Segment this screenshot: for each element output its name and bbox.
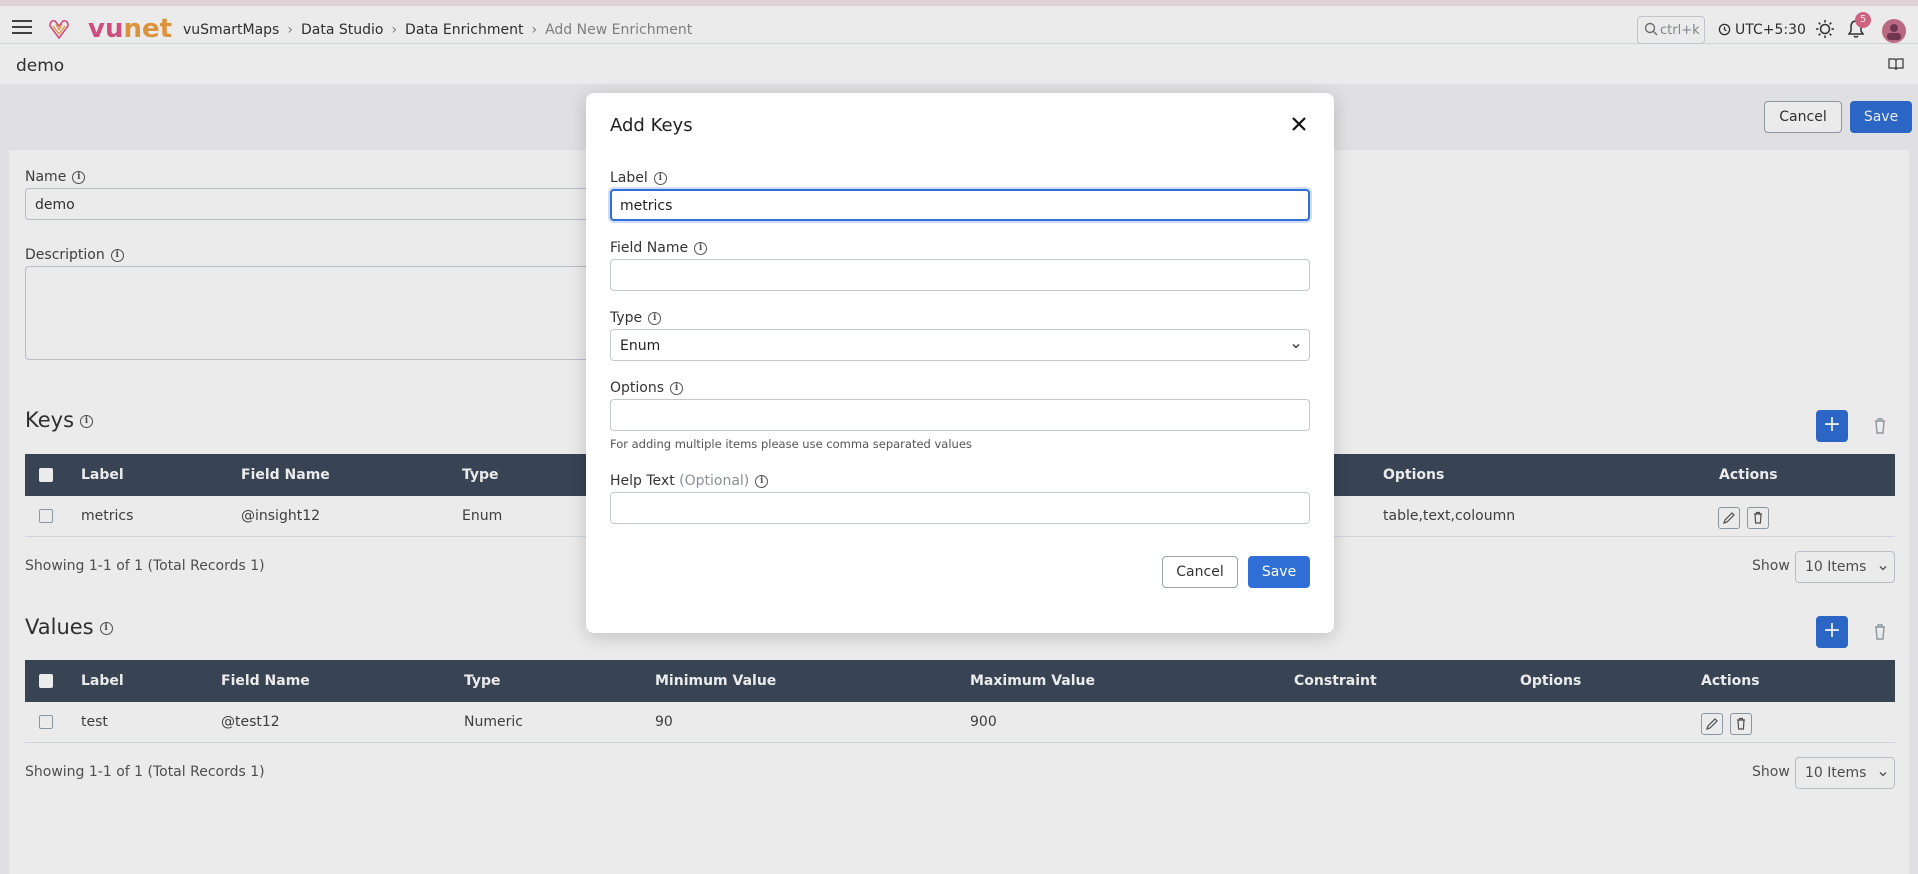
- help-text-label-text: Help Text: [610, 473, 675, 489]
- help-text-field-label: Help Text (Optional) i: [610, 473, 769, 489]
- type-field-label: Type i: [610, 310, 662, 326]
- field-name-input[interactable]: [610, 259, 1310, 291]
- optional-tag: (Optional): [679, 473, 750, 489]
- dialog-cancel-button[interactable]: Cancel: [1162, 556, 1238, 588]
- close-icon[interactable]: [1290, 115, 1308, 133]
- field-name-label-text: Field Name: [610, 240, 689, 256]
- info-icon[interactable]: i: [755, 474, 769, 488]
- options-input[interactable]: [610, 399, 1310, 431]
- type-label-text: Type: [610, 310, 643, 326]
- type-select[interactable]: Enum: [610, 329, 1310, 361]
- options-label-text: Options: [610, 380, 665, 396]
- label-label-text: Label: [610, 170, 648, 186]
- type-select-value: Enum: [620, 338, 661, 354]
- info-icon[interactable]: i: [670, 381, 684, 395]
- field-name-field-label: Field Name i: [610, 240, 708, 256]
- options-field-label: Options i: [610, 380, 684, 396]
- info-icon[interactable]: i: [694, 241, 708, 255]
- help-text-input[interactable]: [610, 492, 1310, 524]
- options-hint-text: For adding multiple items please use com…: [610, 437, 972, 451]
- dialog-title: Add Keys: [610, 115, 693, 136]
- label-field-label: Label i: [610, 170, 667, 186]
- info-icon[interactable]: i: [648, 311, 662, 325]
- label-input-value: metrics: [620, 198, 673, 214]
- dialog-save-button[interactable]: Save: [1248, 556, 1310, 588]
- chevron-down-icon: [1292, 344, 1300, 349]
- label-input[interactable]: metrics: [610, 189, 1310, 221]
- add-keys-dialog: Add Keys Label i metrics Field Name i Type…: [586, 93, 1334, 633]
- info-icon[interactable]: i: [653, 171, 667, 185]
